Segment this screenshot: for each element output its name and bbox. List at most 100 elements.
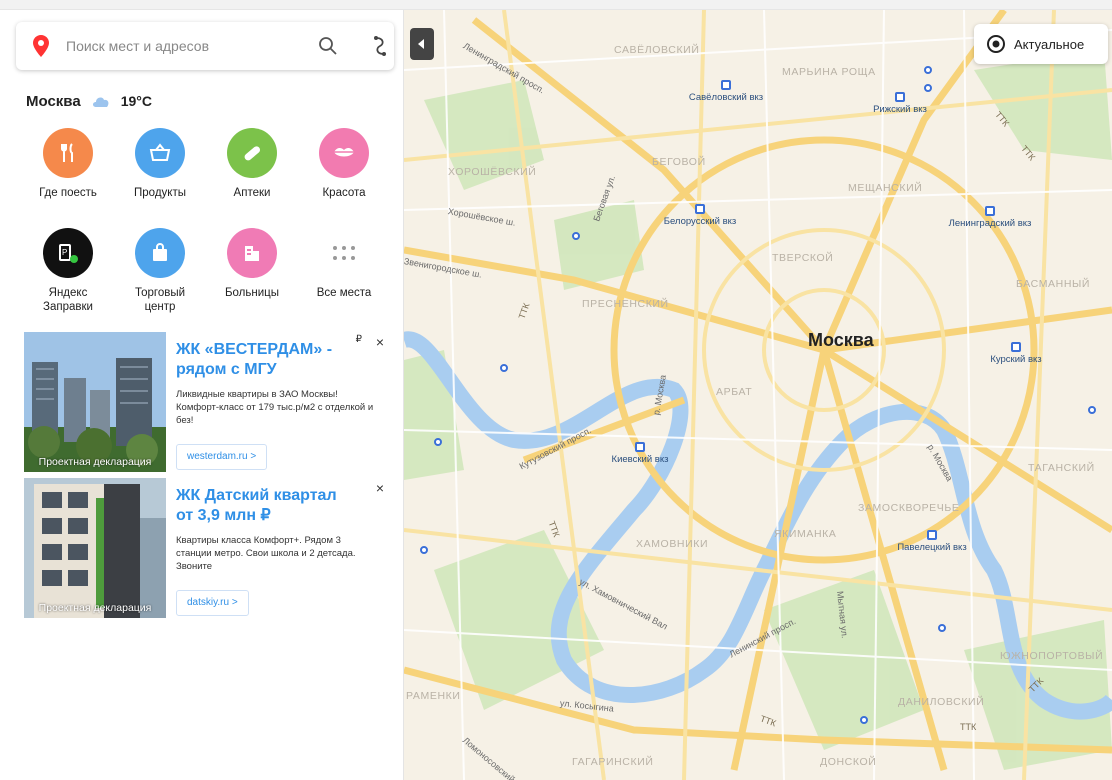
district-label: ЗАМОСКВОРЕЧЬЕ: [858, 502, 960, 514]
category-all-places[interactable]: Все места: [298, 228, 390, 300]
station-label: Курский вкз: [990, 354, 1042, 365]
category-beauty[interactable]: Красота: [298, 128, 390, 200]
route-icon[interactable]: [368, 34, 392, 58]
station-label: Рижский вкз: [873, 104, 927, 115]
district-label: ДОНСКОЙ: [820, 756, 877, 768]
station-label: Павелецкий вкз: [897, 542, 967, 553]
station-label: Белорусский вкз: [663, 216, 737, 227]
category-eat[interactable]: Где поесть: [22, 128, 114, 200]
station-icon: [927, 530, 937, 540]
category-label: Продукты: [134, 187, 186, 199]
ad-link-button[interactable]: datskiy.ru >: [176, 590, 249, 616]
ad-image[interactable]: Проектная декларация: [24, 332, 166, 472]
district-label: БАСМАННЫЙ: [1016, 278, 1091, 290]
district-label: ТАГАНСКИЙ: [1028, 462, 1095, 474]
metro-dot-icon[interactable]: [924, 66, 932, 74]
category-mall[interactable]: Торговый центр: [114, 228, 206, 314]
station-icon: [1011, 342, 1021, 352]
station-label: Киевский вкз: [611, 454, 669, 465]
category-fuel[interactable]: P Яндекс Заправки: [22, 228, 114, 314]
station-belorussky[interactable]: Белорусский вкз: [660, 204, 740, 227]
category-label: Больницы: [224, 287, 280, 299]
category-label: Аптеки: [233, 187, 271, 199]
target-icon: [987, 35, 1005, 53]
category-products[interactable]: Продукты: [114, 128, 206, 200]
weather-widget: Москва 19°C: [26, 90, 152, 112]
district-label: ЮЖНОПОРТОВЫЙ: [1000, 650, 1104, 662]
temperature: 19°C: [120, 93, 152, 109]
district-label: БЕГОВОЙ: [652, 156, 706, 168]
sidebar-panel: Москва 19°C Где поесть Продукты Аптеки: [0, 10, 404, 780]
ad-declaration: Проектная декларация: [38, 602, 152, 614]
station-icon: [985, 206, 995, 216]
metro-dot-icon[interactable]: [572, 232, 580, 240]
city-name: Москва: [26, 92, 81, 110]
station-savelovsky[interactable]: Савёловский вкз: [686, 80, 766, 103]
ad-title[interactable]: ЖК «ВЕСТЕРДАМ» - рядом с МГУ: [176, 340, 356, 380]
metro-dot-icon[interactable]: [1088, 406, 1096, 414]
lips-icon: [319, 128, 369, 178]
station-leningradsky[interactable]: Ленинградский вкз: [944, 206, 1036, 229]
cloud-icon: [92, 97, 109, 107]
fork-knife-icon: [43, 128, 93, 178]
ad-description: Квартиры класса Комфорт+. Рядом 3 станци…: [176, 535, 356, 572]
search-box: [16, 22, 394, 70]
station-kursky[interactable]: Курский вкз: [976, 342, 1056, 365]
district-label: РАМЕНКИ: [406, 690, 461, 702]
chevron-left-icon: [418, 39, 424, 49]
station-paveletsky[interactable]: Павелецкий вкз: [886, 530, 978, 553]
ad-description: Ликвидные квартиры в ЗАО Москвы! Комфорт…: [176, 389, 374, 426]
district-label: МЕЩАНСКИЙ: [848, 182, 923, 194]
collapse-panel-button[interactable]: [410, 28, 434, 60]
metro-dot-icon[interactable]: [500, 364, 508, 372]
district-label: ДАНИЛОВСКИЙ: [898, 696, 985, 708]
ad-declaration: Проектная декларация: [38, 456, 152, 468]
district-label: САВЁЛОВСКИЙ: [614, 44, 700, 56]
actual-button-label: Актуальное: [1014, 36, 1085, 52]
category-pharmacy[interactable]: Аптеки: [206, 128, 298, 200]
station-kievsky[interactable]: Киевский вкз: [600, 442, 680, 465]
station-label: Савёловский вкз: [688, 92, 764, 103]
station-icon: [721, 80, 731, 90]
map-canvas[interactable]: САВЁЛОВСКИЙ МАРЬИНА РОЩА ХОРОШЁВСКИЙ БЕГ…: [404, 10, 1112, 780]
station-icon: [635, 442, 645, 452]
metro-dot-icon[interactable]: [434, 438, 442, 446]
search-icon[interactable]: [316, 34, 340, 58]
location-pin-icon: [33, 35, 49, 57]
category-hospitals[interactable]: Больницы: [206, 228, 298, 300]
pill-icon: [227, 128, 277, 178]
district-label: ГАГАРИНСКИЙ: [572, 756, 654, 768]
ad-card-westerdam: Проектная декларация ЖК «ВЕСТЕРДАМ» - ря…: [24, 332, 394, 472]
basket-icon: [135, 128, 185, 178]
station-icon: [895, 92, 905, 102]
ad-title[interactable]: ЖК Датский квартал от 3,9 млн ₽: [176, 486, 356, 526]
ad-close-icon[interactable]: ×: [376, 480, 384, 496]
ad-ruble-badge: ₽: [355, 334, 362, 345]
ad-image[interactable]: Проектная декларация: [24, 478, 166, 618]
ad-link-button[interactable]: westerdam.ru >: [176, 444, 268, 470]
district-label: ХАМОВНИКИ: [636, 538, 709, 550]
category-label: Где поесть: [39, 187, 97, 199]
shopping-bag-icon: [135, 228, 185, 278]
grid-dots-icon: [319, 228, 369, 278]
metro-dot-icon[interactable]: [420, 546, 428, 554]
hospital-icon: [227, 228, 277, 278]
station-rizhsky[interactable]: Рижский вкз: [860, 92, 940, 115]
district-label: ПРЕСНЕНСКИЙ: [582, 298, 669, 310]
metro-dot-icon[interactable]: [938, 624, 946, 632]
ad-close-icon[interactable]: ×: [376, 334, 384, 350]
search-input[interactable]: [66, 34, 306, 58]
browser-top-strip: [0, 0, 1112, 10]
district-label: ТВЕРСКОЙ: [772, 252, 834, 264]
ttk-label: ТТК: [960, 722, 977, 732]
fuel-icon: P: [43, 228, 93, 278]
district-label: МАРЬИНА РОЩА: [782, 66, 876, 78]
metro-dot-icon[interactable]: [924, 84, 932, 92]
district-label: АРБАТ: [716, 386, 753, 398]
metro-dot-icon[interactable]: [860, 716, 868, 724]
actual-button[interactable]: Актуальное: [974, 24, 1108, 64]
category-label: Красота: [322, 187, 366, 199]
station-icon: [695, 204, 705, 214]
station-label: Ленинградский вкз: [948, 218, 1032, 229]
category-label: Яндекс Заправки: [43, 287, 93, 313]
